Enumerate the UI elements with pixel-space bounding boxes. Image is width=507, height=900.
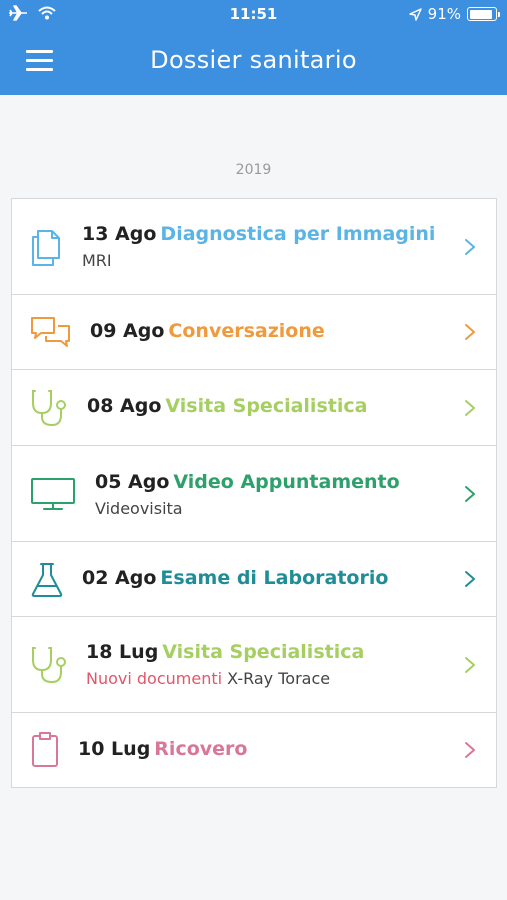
battery-percent: 91% (427, 5, 461, 23)
entry-text: 13 Ago Diagnostica per Immagini MRI (82, 223, 435, 270)
entry-category: Diagnostica per Immagini (160, 223, 436, 245)
entry-date: 09 Ago (90, 320, 165, 342)
entry-text: 05 Ago Video Appuntamento Videovisita (95, 471, 400, 518)
app-header: Dossier sanitario (0, 30, 507, 95)
battery-level (469, 9, 493, 19)
entry-category: Video Appuntamento (173, 471, 400, 493)
list-item[interactable]: 10 Lug Ricovero (12, 713, 496, 787)
entry-category: Esame di Laboratorio (160, 567, 389, 589)
entry-category: Ricovero (154, 738, 248, 760)
list-item[interactable]: 08 Ago Visita Specialistica (12, 370, 496, 446)
status-right: 91% (408, 5, 500, 23)
chevron-right-icon (465, 571, 475, 587)
battery-icon (467, 7, 500, 21)
chat-bubbles-icon (31, 317, 70, 347)
list-item[interactable]: 13 Ago Diagnostica per Immagini MRI (12, 199, 496, 295)
location-arrow-icon (408, 7, 422, 21)
entry-date: 10 Lug (78, 738, 151, 760)
entry-text: 09 Ago Conversazione (90, 320, 325, 342)
entry-category: Conversazione (168, 320, 325, 342)
list-item[interactable]: 05 Ago Video Appuntamento Videovisita (12, 446, 496, 542)
entry-date: 05 Ago (95, 471, 170, 493)
entry-date: 18 Lug (86, 641, 159, 663)
chevron-right-icon (465, 486, 475, 502)
year-section-header: 2019 (235, 162, 272, 178)
status-bar: 11:51 91% (0, 0, 507, 30)
new-documents-badge: Nuovi documenti (86, 669, 223, 688)
entry-subtitle: X-Ray Torace (227, 669, 331, 688)
entry-text: 18 Lug Visita Specialistica Nuovi documen… (86, 641, 364, 688)
list-item[interactable]: 18 Lug Visita Specialistica Nuovi documen… (12, 617, 496, 713)
stethoscope-icon (32, 647, 66, 684)
chevron-right-icon (465, 742, 475, 758)
list-item[interactable]: 02 Ago Esame di Laboratorio (12, 542, 496, 617)
chevron-right-icon (465, 239, 475, 255)
stethoscope-icon (32, 390, 66, 427)
page-title: Dossier sanitario (150, 46, 357, 74)
chevron-right-icon (465, 400, 475, 416)
chevron-right-icon (465, 657, 475, 673)
entry-text: 08 Ago Visita Specialistica (87, 395, 367, 417)
chevron-right-icon (465, 324, 475, 340)
clipboard-icon (32, 732, 58, 767)
entry-text: 02 Ago Esame di Laboratorio (82, 567, 388, 589)
entry-category: Visita Specialistica (162, 641, 365, 663)
flask-icon (31, 563, 63, 597)
monitor-icon (31, 478, 75, 510)
documents-icon (32, 230, 60, 266)
record-list: 13 Ago Diagnostica per Immagini MRI 09 Ag… (11, 198, 497, 788)
entry-date: 08 Ago (87, 395, 162, 417)
entry-date: 02 Ago (82, 567, 157, 589)
entry-subtitle: Videovisita (95, 499, 183, 518)
entry-category: Visita Specialistica (165, 395, 368, 417)
entry-date: 13 Ago (82, 223, 157, 245)
list-item[interactable]: 09 Ago Conversazione (12, 295, 496, 370)
entry-subtitle: MRI (82, 251, 112, 270)
entry-text: 10 Lug Ricovero (78, 738, 247, 760)
